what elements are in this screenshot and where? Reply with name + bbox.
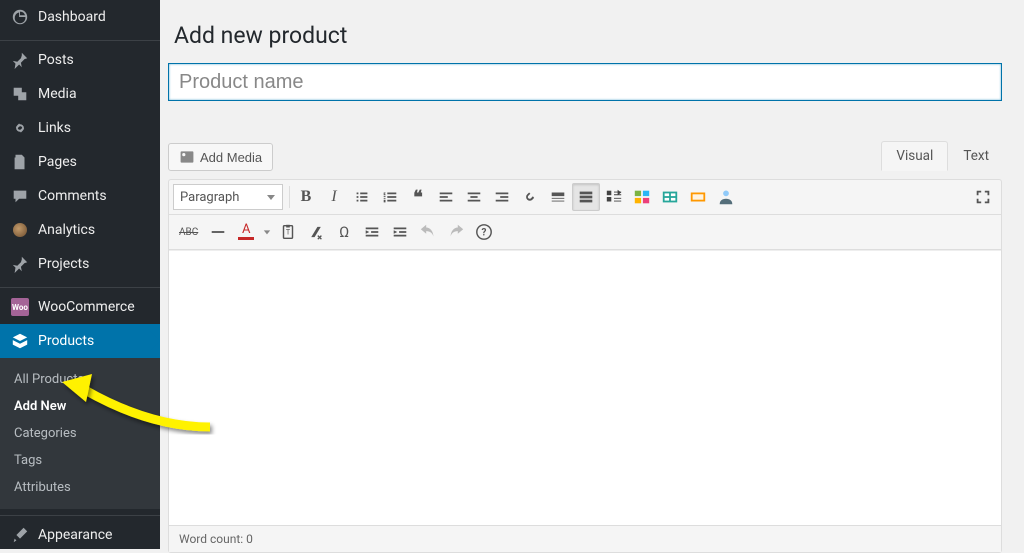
editor-toolbar-2: ABC A T Ω ? bbox=[169, 215, 1001, 250]
outdent-button[interactable] bbox=[358, 218, 386, 246]
special-character-button[interactable]: Ω bbox=[330, 218, 358, 246]
dashboard-icon bbox=[10, 7, 30, 27]
columns-button[interactable] bbox=[600, 183, 628, 211]
sidebar-item-posts[interactable]: Posts bbox=[0, 43, 160, 77]
redo-button[interactable] bbox=[442, 218, 470, 246]
menu-separator bbox=[0, 283, 160, 288]
undo-button[interactable] bbox=[414, 218, 442, 246]
paste-text-button[interactable]: T bbox=[274, 218, 302, 246]
sidebar-item-label: Dashboard bbox=[38, 9, 106, 25]
menu-separator bbox=[0, 511, 160, 516]
link-icon bbox=[10, 118, 30, 138]
align-left-button[interactable] bbox=[432, 183, 460, 211]
editor: Paragraph B I ❝ ABC bbox=[168, 179, 1002, 553]
strikethrough-button[interactable]: ABC bbox=[173, 218, 204, 246]
pages-icon bbox=[10, 152, 30, 172]
editor-content-area[interactable] bbox=[169, 250, 1001, 525]
user-icon-button[interactable] bbox=[712, 183, 740, 211]
align-right-button[interactable] bbox=[488, 183, 516, 211]
help-button[interactable]: ? bbox=[470, 218, 498, 246]
blockquote-button[interactable]: ❝ bbox=[404, 183, 432, 211]
sidebar-item-media[interactable]: Media bbox=[0, 77, 160, 111]
bullet-list-button[interactable] bbox=[348, 183, 376, 211]
format-select[interactable]: Paragraph bbox=[173, 184, 283, 210]
submenu-all-products[interactable]: All Products bbox=[0, 366, 160, 393]
add-media-label: Add Media bbox=[200, 150, 262, 165]
insert-link-button[interactable] bbox=[516, 183, 544, 211]
sidebar-item-products[interactable]: Products bbox=[0, 324, 160, 358]
submenu-attributes[interactable]: Attributes bbox=[0, 474, 160, 501]
word-count-label: Word count: 0 bbox=[179, 532, 253, 546]
submenu-tags[interactable]: Tags bbox=[0, 447, 160, 474]
italic-button[interactable]: I bbox=[320, 183, 348, 211]
pin-icon bbox=[10, 50, 30, 70]
sidebar-item-woocommerce[interactable]: Woo WooCommerce bbox=[0, 290, 160, 324]
sidebar-item-pages[interactable]: Pages bbox=[0, 145, 160, 179]
text-color-chevron-button[interactable] bbox=[260, 218, 274, 246]
svg-text:?: ? bbox=[482, 228, 487, 239]
insert-more-button[interactable] bbox=[544, 183, 572, 211]
menu-separator bbox=[0, 36, 160, 41]
page-title: Add new product bbox=[168, 0, 1004, 63]
media-icon bbox=[10, 84, 30, 104]
sidebar-item-analytics[interactable]: Analytics bbox=[0, 213, 160, 247]
clear-formatting-button[interactable] bbox=[302, 218, 330, 246]
pin-icon bbox=[10, 254, 30, 274]
sidebar-item-dashboard[interactable]: Dashboard bbox=[0, 0, 160, 34]
sidebar-item-label: Appearance bbox=[38, 527, 112, 543]
brush-icon bbox=[10, 525, 30, 545]
sidebar-item-label: Pages bbox=[38, 154, 77, 170]
sidebar-item-links[interactable]: Links bbox=[0, 111, 160, 145]
woocommerce-icon: Woo bbox=[10, 297, 30, 317]
horizontal-rule-button[interactable] bbox=[204, 218, 232, 246]
numbered-list-button[interactable] bbox=[376, 183, 404, 211]
sidebar-item-label: Posts bbox=[38, 52, 74, 68]
editor-tabs: Visual Text bbox=[881, 141, 1004, 171]
submenu-categories[interactable]: Categories bbox=[0, 420, 160, 447]
media-icon bbox=[179, 149, 195, 165]
toolbar-toggle-button[interactable] bbox=[572, 183, 600, 211]
tab-visual[interactable]: Visual bbox=[881, 141, 948, 171]
gallery-teal-button[interactable] bbox=[656, 183, 684, 211]
page-body: Add new product Add Media Visual Text Pa… bbox=[160, 0, 1024, 549]
comment-icon bbox=[10, 186, 30, 206]
submenu-add-new[interactable]: Add New bbox=[0, 393, 160, 420]
sidebar-item-comments[interactable]: Comments bbox=[0, 179, 160, 213]
sidebar-item-appearance[interactable]: Appearance bbox=[0, 518, 160, 549]
sidebar-item-label: Links bbox=[38, 120, 71, 136]
bold-button[interactable]: B bbox=[292, 183, 320, 211]
sidebar-item-label: Products bbox=[38, 333, 94, 349]
format-select-label: Paragraph bbox=[180, 190, 239, 205]
admin-sidebar: Dashboard Posts Media Links Pages Commen… bbox=[0, 0, 160, 549]
editor-statusbar: Word count: 0 bbox=[169, 525, 1001, 552]
sidebar-item-label: Comments bbox=[38, 188, 107, 204]
gallery-orange-button[interactable] bbox=[684, 183, 712, 211]
sidebar-item-label: Projects bbox=[38, 256, 89, 272]
svg-text:T: T bbox=[286, 228, 291, 237]
gallery-green-button[interactable] bbox=[628, 183, 656, 211]
products-submenu: All Products Add New Categories Tags Att… bbox=[0, 358, 160, 509]
products-icon bbox=[10, 331, 30, 351]
indent-button[interactable] bbox=[386, 218, 414, 246]
add-media-button[interactable]: Add Media bbox=[168, 143, 273, 171]
analytics-icon bbox=[10, 220, 30, 240]
fullscreen-button[interactable] bbox=[969, 183, 997, 211]
tab-text[interactable]: Text bbox=[948, 141, 1004, 171]
text-color-button[interactable]: A bbox=[232, 218, 260, 246]
sidebar-item-label: WooCommerce bbox=[38, 299, 135, 315]
sidebar-item-label: Analytics bbox=[38, 222, 95, 238]
sidebar-item-projects[interactable]: Projects bbox=[0, 247, 160, 281]
editor-toolbar-1: Paragraph B I ❝ bbox=[169, 180, 1001, 215]
sidebar-item-label: Media bbox=[38, 86, 77, 102]
align-center-button[interactable] bbox=[460, 183, 488, 211]
product-name-input[interactable] bbox=[168, 63, 1002, 101]
